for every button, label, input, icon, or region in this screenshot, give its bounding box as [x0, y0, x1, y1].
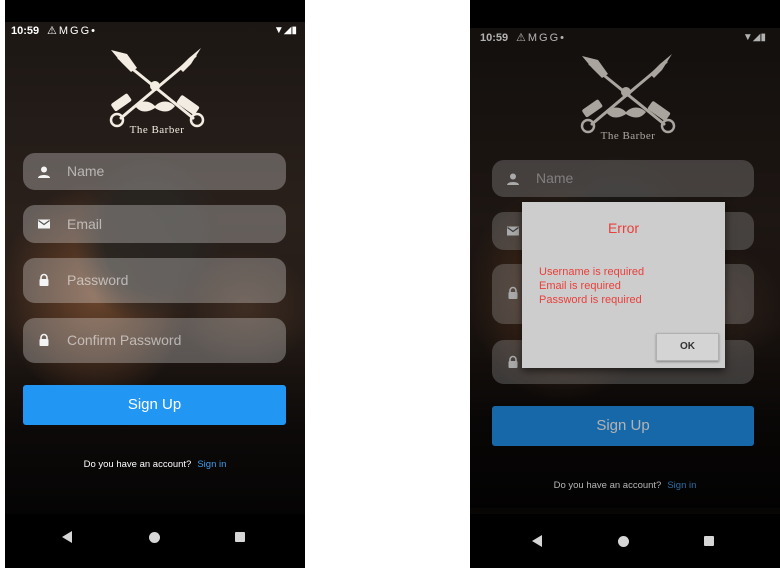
home-icon[interactable]	[618, 536, 629, 547]
logo-text: The Barber	[129, 124, 185, 136]
confirm-password-field[interactable]: Confirm Password	[23, 318, 286, 363]
back-icon[interactable]	[532, 535, 542, 547]
gmail-icon: M	[58, 25, 71, 37]
name-placeholder: Name	[67, 163, 105, 179]
signup-screen-error: 10:59 ⚠MGG• ▼◢▮ The Barber Name Sign Up …	[470, 0, 780, 568]
lock-icon	[37, 273, 51, 287]
signin-link[interactable]: Sign in	[197, 459, 226, 470]
navigation-bar	[470, 514, 780, 568]
account-prompt-row: Do you have an account? Sign in	[5, 459, 305, 470]
error-dialog: Error Username is required Email is requ…	[522, 202, 725, 368]
person-icon	[37, 165, 51, 179]
top-bezel	[5, 0, 305, 22]
password-field[interactable]: Password	[23, 258, 286, 303]
google-icon: G	[80, 25, 92, 37]
wifi-icon: ▼	[273, 25, 284, 36]
signup-screen: 10:59 ⚠MGG• ▼◢▮ The Barber Name Email Pa…	[5, 0, 305, 568]
back-icon[interactable]	[62, 531, 72, 543]
barber-logo: The Barber	[97, 40, 217, 140]
password-placeholder: Password	[67, 272, 129, 288]
status-time: 10:59	[11, 25, 40, 37]
error-message: Email is required	[539, 280, 621, 292]
email-field[interactable]: Email	[23, 205, 286, 243]
barber-logo-icon	[109, 48, 205, 128]
account-prompt: Do you have an account?	[83, 459, 192, 470]
alert-icon: ⚠	[47, 25, 59, 37]
home-icon[interactable]	[149, 532, 160, 543]
dialog-messages: Username is required Email is required P…	[539, 265, 644, 307]
google-icon: G	[70, 25, 81, 37]
system-status-icons: ▼◢▮	[274, 25, 297, 36]
status-bar: 10:59 ⚠MGG• ▼◢▮	[5, 22, 305, 42]
recents-icon[interactable]	[704, 536, 714, 546]
navigation-bar	[5, 514, 305, 568]
lock-icon	[37, 333, 51, 347]
notification-icons: ⚠MGG•	[47, 24, 97, 37]
email-icon	[37, 217, 51, 231]
ok-button[interactable]: OK	[656, 333, 719, 361]
email-placeholder: Email	[67, 216, 103, 232]
battery-icon: ▮	[291, 25, 297, 36]
signup-button[interactable]: Sign Up	[23, 385, 286, 425]
dialog-title: Error	[607, 220, 640, 236]
recents-icon[interactable]	[235, 532, 245, 542]
name-field[interactable]: Name	[23, 153, 286, 190]
error-message: Password is required	[539, 294, 642, 306]
dot-icon: •	[91, 25, 98, 37]
confirm-password-placeholder: Confirm Password	[67, 332, 182, 348]
error-message: Username is required	[539, 266, 645, 278]
